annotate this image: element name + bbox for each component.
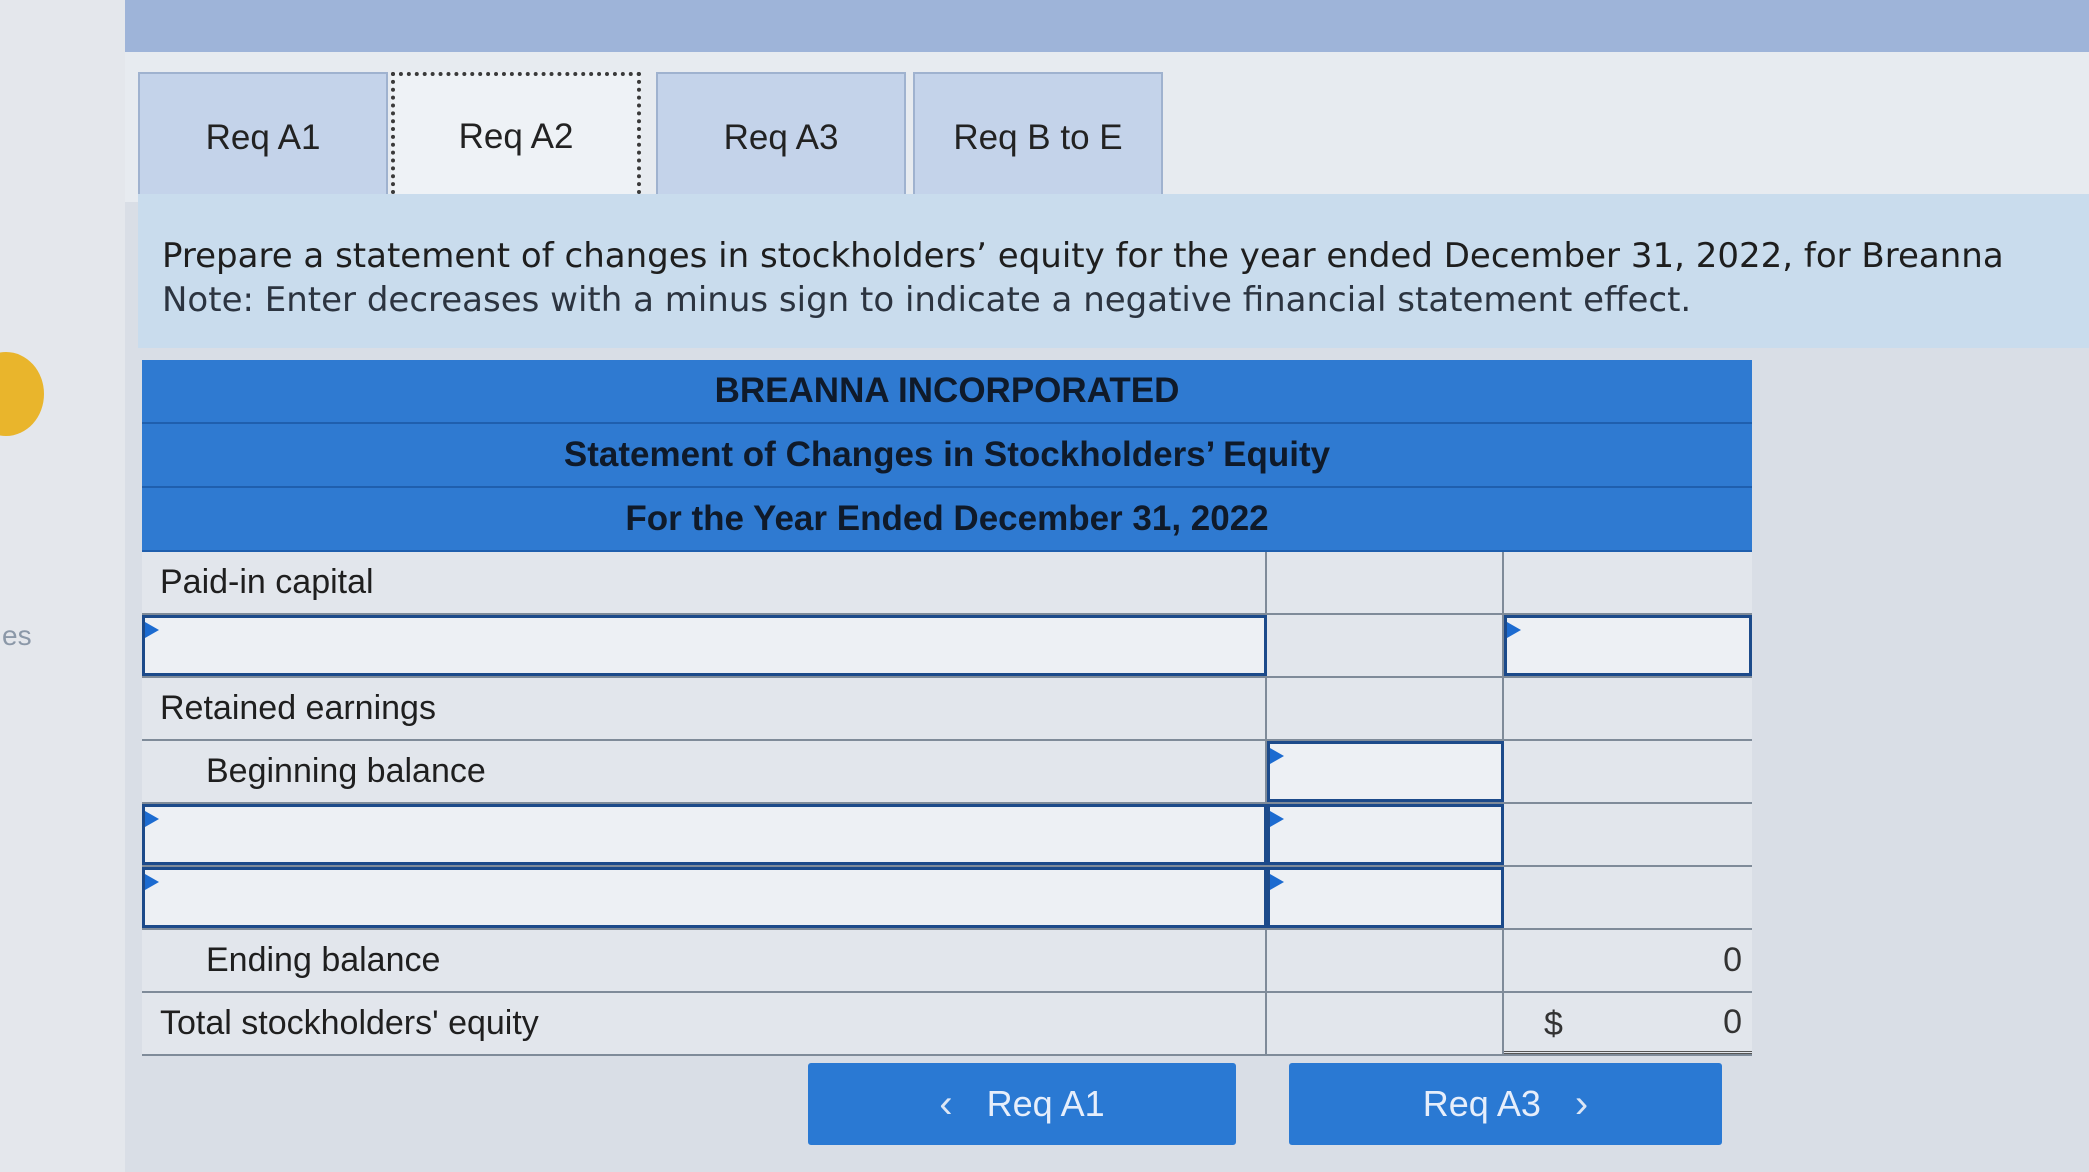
row-label-ending-balance: Ending balance xyxy=(142,930,1267,991)
statement-title: Statement of Changes in Stockholders’ Eq… xyxy=(142,424,1752,488)
ending-balance-value: 0 xyxy=(1723,941,1742,979)
table-row: Paid-in capital xyxy=(142,552,1752,615)
table-row: Retained earnings xyxy=(142,678,1752,741)
empty-cell xyxy=(1504,552,1752,613)
tab-req-a1[interactable]: Req A1 xyxy=(138,72,388,202)
company-name: BREANNA INCORPORATED xyxy=(142,360,1752,424)
tab-req-a3[interactable]: Req A3 xyxy=(656,72,906,202)
empty-cell xyxy=(1504,678,1752,739)
next-req-button[interactable]: Req A3 › xyxy=(1289,1063,1722,1145)
table-row: Total stockholders' equity $ 0 xyxy=(142,993,1752,1056)
instruction-text: Prepare a statement of changes in stockh… xyxy=(162,236,2004,276)
retained-earnings-item-2-input[interactable] xyxy=(142,867,1267,928)
empty-cell xyxy=(1504,804,1752,865)
row-label-total-equity: Total stockholders' equity xyxy=(142,993,1267,1054)
instructions-panel: Prepare a statement of changes in stockh… xyxy=(138,194,2089,348)
total-equity-value: 0 xyxy=(1723,1002,1742,1041)
statement-header: BREANNA INCORPORATED Statement of Change… xyxy=(142,360,1752,552)
chevron-right-icon: › xyxy=(1574,1081,1589,1126)
tab-req-a2[interactable]: Req A2 xyxy=(391,72,641,202)
retained-earnings-item-2-amount-input[interactable] xyxy=(1267,867,1504,928)
empty-cell xyxy=(1504,867,1752,928)
row-label-retained-earnings: Retained earnings xyxy=(142,678,1267,739)
paid-in-capital-amount-input[interactable] xyxy=(1504,615,1752,676)
statement-grid: Paid-in capital Retained earnings Beginn… xyxy=(142,552,1752,1056)
input-flag-icon xyxy=(1270,748,1284,764)
input-flag-icon xyxy=(145,874,159,890)
input-flag-icon xyxy=(1270,874,1284,890)
table-row xyxy=(142,615,1752,678)
input-flag-icon xyxy=(1507,622,1521,638)
instruction-note: Note: Enter decreases with a minus sign … xyxy=(162,280,1692,320)
left-sidebar-strip xyxy=(0,0,125,1172)
empty-cell xyxy=(1267,615,1504,676)
sidebar-partial-text: es xyxy=(2,620,32,651)
input-flag-icon xyxy=(145,811,159,827)
statement-period: For the Year Ended December 31, 2022 xyxy=(142,488,1752,552)
row-label-beginning-balance: Beginning balance xyxy=(142,741,1267,802)
beginning-balance-amount-input[interactable] xyxy=(1267,741,1504,802)
input-flag-icon xyxy=(145,622,159,638)
table-row xyxy=(142,867,1752,930)
retained-earnings-item-1-input[interactable] xyxy=(142,804,1267,865)
empty-cell xyxy=(1267,552,1504,613)
empty-cell xyxy=(1504,741,1752,802)
empty-cell xyxy=(1267,930,1504,991)
prev-req-button[interactable]: ‹ Req A1 xyxy=(808,1063,1236,1145)
tab-req-b-to-e[interactable]: Req B to E xyxy=(913,72,1163,202)
paid-in-capital-account-input[interactable] xyxy=(142,615,1267,676)
chevron-left-icon: ‹ xyxy=(939,1081,953,1126)
empty-cell xyxy=(1267,678,1504,739)
currency-symbol: $ xyxy=(1544,1005,1563,1043)
table-row xyxy=(142,804,1752,867)
empty-cell xyxy=(1267,993,1504,1054)
input-flag-icon xyxy=(1270,811,1284,827)
prev-req-label: Req A1 xyxy=(986,1083,1105,1124)
row-label-paid-in-capital: Paid-in capital xyxy=(142,552,1267,613)
total-equity-cell: $ 0 xyxy=(1504,993,1752,1054)
next-req-label: Req A3 xyxy=(1422,1083,1541,1124)
top-banner xyxy=(125,0,2089,52)
table-row: Ending balance 0 xyxy=(142,930,1752,993)
table-row: Beginning balance xyxy=(142,741,1752,804)
retained-earnings-item-1-amount-input[interactable] xyxy=(1267,804,1504,865)
